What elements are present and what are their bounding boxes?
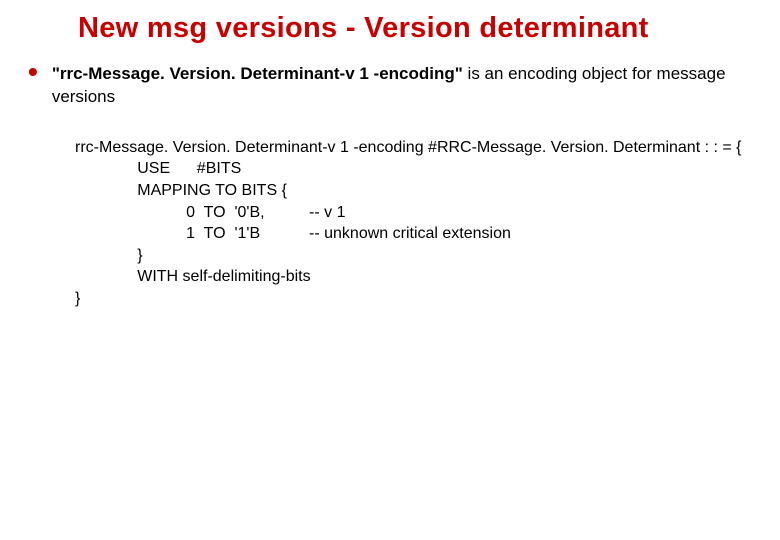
code-line-3: MAPPING TO BITS { bbox=[75, 182, 287, 199]
code-line-4: 0 TO '0'B, -- v 1 bbox=[75, 204, 345, 221]
code-line-8: } bbox=[75, 290, 80, 307]
code-block: rrc-Message. Version. Determinant-v 1 -e… bbox=[75, 137, 780, 310]
code-line-1: rrc-Message. Version. Determinant-v 1 -e… bbox=[75, 139, 742, 156]
bullet-item: • "rrc-Message. Version. Determinant-v 1… bbox=[0, 63, 780, 109]
code-line-5: 1 TO '1'B -- unknown critical extension bbox=[75, 225, 511, 242]
code-line-2: USE #BITS bbox=[75, 160, 241, 177]
code-line-6: } bbox=[75, 247, 143, 264]
code-line-7: WITH self-delimiting-bits bbox=[75, 268, 311, 285]
bullet-text: "rrc-Message. Version. Determinant-v 1 -… bbox=[52, 63, 750, 109]
slide: New msg versions - Version determinant •… bbox=[0, 0, 780, 310]
slide-title: New msg versions - Version determinant bbox=[0, 12, 780, 45]
bullet-icon: • bbox=[28, 63, 38, 81]
bullet-quoted: "rrc-Message. Version. Determinant-v 1 -… bbox=[52, 64, 463, 83]
